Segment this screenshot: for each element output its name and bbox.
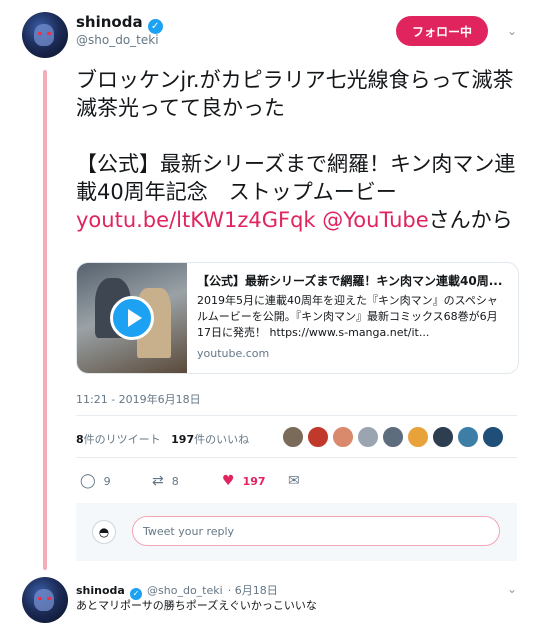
reply-author-name[interactable]: shinoda [76,584,125,597]
divider [76,415,517,416]
card-title[interactable]: 【公式】最新シリーズまで網羅！キン肉マン連載40周... [197,272,508,289]
retweet-count: 8 [171,474,179,488]
liker-avatar[interactable] [457,426,479,448]
reply-author-avatar[interactable] [22,577,68,623]
play-icon[interactable] [110,296,154,340]
card-description: 2019年5月に連載40周年を迎えた『キン肉マン』のスペシャルムービーを公開。『… [197,294,498,339]
tweet-text-line2: 【公式】最新シリーズまで網羅！キン肉マン連載40周年記念 ストップムービー [76,152,516,204]
author-handle[interactable]: @sho_do_teki [76,33,159,47]
retweet-icon[interactable]: ⇄ [152,473,164,489]
like-stat-count: 197 [171,433,195,446]
card-domain: youtube.com [197,347,270,360]
author-name-row[interactable]: shinoda ✓ [76,12,163,34]
like-stat[interactable]: 197件のいいね [171,433,249,446]
reply-action[interactable]: ◯ 9 [80,473,152,489]
tweet-text: ブロッケンjr.がカピラリア七光線食らって滅茶滅茶光ってて良かった 【公式】最新… [76,66,516,234]
tweet-text-line1: ブロッケンjr.がカピラリア七光線食らって滅茶滅茶光ってて良かった [76,68,514,120]
my-avatar: ◓ [92,520,116,544]
retweet-stat-label: 件のリツイート [83,433,161,446]
reply-icon[interactable]: ◯ [80,473,96,489]
retweet-action[interactable]: ⇄ 8 [152,473,222,489]
retweet-stat[interactable]: 8件のリツイート [76,433,161,446]
liker-avatar[interactable] [307,426,329,448]
chevron-down-icon[interactable]: ⌄ [507,24,517,38]
author-avatar[interactable] [22,12,68,58]
card-thumbnail[interactable] [77,263,187,373]
dm-action[interactable]: ✉ [288,473,308,489]
liker-avatar[interactable] [357,426,379,448]
like-action[interactable]: ♥ 197 [222,473,288,489]
verified-icon: ✓ [147,19,163,34]
reply-text: あとマリポーサの勝ちポーズえぐいかっこいいな [76,599,317,612]
link-card[interactable]: 【公式】最新シリーズまで網羅！キン肉マン連載40周... 2019年5月に連載4… [76,262,519,374]
author-name[interactable]: shinoda [76,13,143,31]
retweet-stat-count: 8 [76,433,84,446]
like-stat-label: 件のいいね [194,433,250,446]
following-button[interactable]: フォロー中 [396,16,488,46]
liker-avatar[interactable] [282,426,304,448]
tweet-timestamp[interactable]: 11:21 - 2019年6月18日 [76,391,201,407]
liker-avatar[interactable] [382,426,404,448]
thread-line [43,70,47,570]
divider [76,457,517,458]
liker-avatar[interactable] [407,426,429,448]
tweet-text-suffix: さんから [428,208,513,232]
heart-icon[interactable]: ♥ [222,473,235,489]
tweet-link-mention[interactable]: @YouTube [322,208,428,232]
engagement-stats: 8件のリツイート 197件のいいね [76,431,249,447]
reply-author-handle[interactable]: @sho_do_teki [147,584,223,597]
liker-avatars[interactable] [282,426,507,448]
reply-input[interactable]: Tweet your reply [132,516,500,546]
chevron-down-icon[interactable]: ⌄ [507,582,517,596]
liker-avatar[interactable] [432,426,454,448]
reply-count: 9 [103,474,111,488]
liker-avatar[interactable] [332,426,354,448]
like-count: 197 [242,474,266,488]
tweet-actions: ◯ 9 ⇄ 8 ♥ 197 ✉ [80,473,308,489]
envelope-icon[interactable]: ✉ [288,473,300,489]
reply-date[interactable]: · 6月18日 [228,584,278,597]
liker-avatar[interactable] [482,426,504,448]
tweet-link-url[interactable]: youtu.be/ltKW1z4GFqk [76,208,316,232]
